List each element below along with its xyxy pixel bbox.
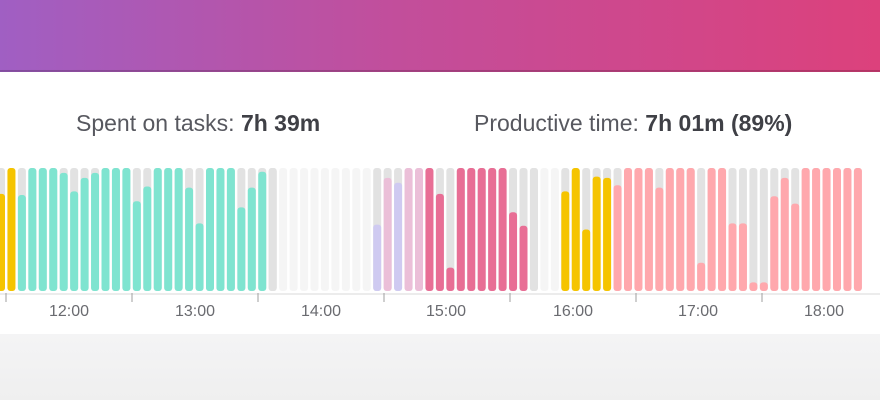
timeline-bar: [237, 207, 246, 291]
timeline-bar: [425, 168, 434, 291]
timeline-bar: [143, 186, 152, 291]
timeline-bar: [7, 168, 16, 291]
timeline-bar: [185, 187, 194, 291]
timeline-bar: [853, 168, 862, 291]
bottom-area: [0, 334, 880, 400]
timeline-card: Spent on tasks: 7h 39m Productive time: …: [0, 72, 880, 334]
timeline-bar: [477, 168, 486, 291]
timeline-bar: [226, 168, 235, 291]
timeline-bar: [529, 168, 538, 291]
timeline-bar: [206, 168, 214, 291]
timeline-bar: [498, 168, 507, 291]
timeline-tick-label: 14:00: [301, 303, 341, 320]
timeline-bar: [801, 168, 810, 291]
timeline-bar: [686, 168, 695, 291]
timeline-bar: [331, 168, 340, 291]
timeline-bar: [216, 168, 225, 291]
timeline-bar: [561, 191, 570, 291]
timeline-bar: [0, 193, 5, 291]
timeline-bar: [38, 168, 47, 291]
timeline-bar: [153, 168, 162, 291]
timeline-bar: [373, 224, 382, 291]
timeline-bar: [101, 168, 110, 291]
timeline-bar: [603, 177, 612, 291]
timeline-bar: [341, 168, 350, 291]
timeline-bar: [383, 177, 392, 291]
timeline-bar: [268, 168, 277, 291]
timeline-bar: [49, 168, 58, 291]
timeline-bar: [676, 168, 685, 291]
timeline-bar: [289, 168, 298, 291]
timeline-bar: [749, 282, 758, 291]
timeline-chart: 12:00 13:00 14:00 15:00 16:00 17:00 18:00: [0, 168, 880, 320]
timeline-slot: [759, 168, 768, 291]
timeline-bar: [613, 185, 622, 291]
timeline-bar: [467, 168, 476, 291]
timeline-bar: [174, 168, 183, 291]
activity-timeline: 12:00 13:00 14:00 15:00 16:00 17:00 18:00: [0, 72, 880, 334]
timeline-bar: [195, 223, 204, 291]
timeline-bar: [435, 193, 444, 291]
timeline-bar: [655, 187, 664, 291]
timeline-bar: [728, 223, 737, 291]
timeline-tick-label: 18:00: [804, 303, 844, 320]
timeline-bar: [550, 168, 559, 291]
timeline-bar: [394, 182, 403, 291]
timeline-bar: [59, 172, 68, 291]
timeline-bar: [488, 168, 497, 291]
timeline-bar: [571, 168, 580, 291]
timeline-tick-label: 15:00: [426, 303, 466, 320]
timeline-bar: [91, 172, 100, 291]
timeline-tick-label: 17:00: [678, 303, 718, 320]
timeline-bar: [352, 168, 361, 291]
timeline-bar: [28, 168, 37, 291]
timeline-tick-label: 13:00: [175, 303, 215, 320]
timeline-bar: [759, 282, 768, 291]
timeline-bar: [812, 168, 821, 291]
timeline-bar: [404, 168, 413, 291]
timeline-bar: [310, 168, 319, 291]
timeline-tick-label: 12:00: [49, 303, 89, 320]
timeline-bar: [279, 168, 288, 291]
timeline-bar: [415, 168, 423, 291]
timeline-bar: [111, 168, 120, 291]
timeline-bar: [780, 177, 789, 291]
timeline-bar: [122, 168, 131, 291]
timeline-bar: [70, 191, 79, 291]
timeline-bar: [665, 168, 674, 291]
timeline-bar: [822, 168, 831, 291]
timeline-slot: [749, 168, 758, 291]
timeline-bar: [519, 225, 528, 291]
timeline-bar: [362, 168, 371, 291]
timeline-bar: [644, 168, 653, 291]
timeline-bar: [132, 201, 141, 291]
timeline-bar: [509, 212, 518, 291]
timeline-bar: [320, 168, 329, 291]
timeline-bar: [624, 168, 632, 291]
timeline-bar: [80, 177, 89, 291]
timeline-bar: [582, 229, 591, 291]
timeline-bar: [843, 168, 852, 291]
timeline-bar: [738, 223, 747, 291]
timeline-bar: [697, 262, 706, 291]
timeline-bar: [300, 168, 309, 291]
timeline-bar: [258, 171, 267, 291]
timeline-tick-label: 16:00: [553, 303, 593, 320]
timeline-bar: [164, 168, 173, 291]
timeline-bar: [540, 168, 549, 291]
timeline-bar: [718, 168, 727, 291]
timeline-bar: [17, 195, 26, 291]
timeline-bar: [592, 176, 601, 291]
timeline-bar: [707, 168, 716, 291]
timeline-bar: [791, 203, 800, 291]
timeline-bar: [247, 187, 256, 291]
timeline-bar: [456, 168, 465, 291]
timeline-bar: [634, 168, 643, 291]
header-gradient-band: [0, 0, 880, 76]
timeline-bar: [446, 267, 455, 291]
timeline-bar: [770, 196, 779, 291]
timeline-bar: [833, 168, 841, 291]
